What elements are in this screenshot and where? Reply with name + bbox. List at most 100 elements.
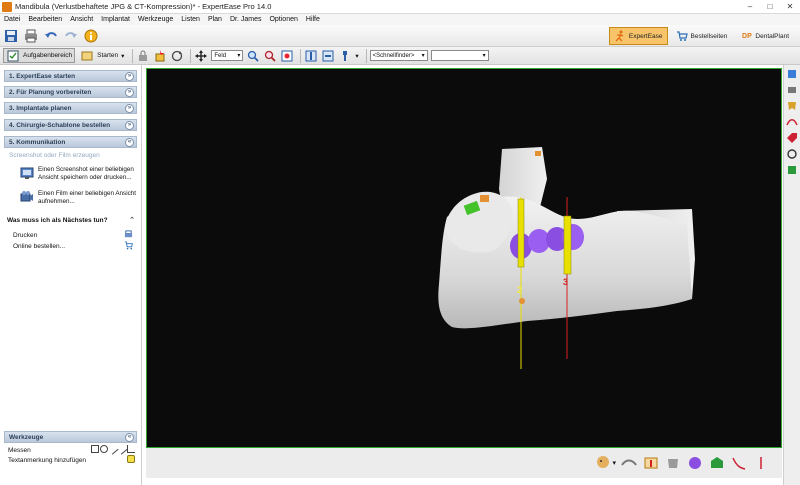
schnellfinder-value: <Schnellfinder>: [372, 52, 415, 59]
menu-datei[interactable]: Datei: [4, 16, 20, 23]
refresh-button[interactable]: [786, 148, 798, 160]
toolbar-separator: [365, 48, 367, 63]
menu-bearbeiten[interactable]: Bearbeiten: [28, 16, 62, 23]
speech-bubble-icon[interactable]: [127, 455, 135, 463]
expand-chevron-icon[interactable]: »: [125, 72, 134, 81]
expand-chevron-icon[interactable]: »: [125, 88, 134, 97]
next-steps-header[interactable]: Was muss ich als Nächstes tun? ⌃: [7, 215, 137, 226]
tooth-button[interactable]: [786, 100, 798, 112]
curve-tool-button[interactable]: [730, 454, 748, 472]
face-view-button[interactable]: [594, 454, 612, 472]
feld-select[interactable]: Feld ▾: [211, 50, 244, 61]
schnellfinder-select[interactable]: <Schnellfinder> ▾: [369, 50, 428, 61]
collapse-chevron-icon[interactable]: «: [125, 138, 134, 147]
rectangle-measure-icon[interactable]: [91, 445, 99, 453]
panel-expertease-starten[interactable]: 1. ExpertEase starten »: [4, 70, 137, 82]
tab-bestellseiten[interactable]: Bestellseiten: [671, 27, 733, 45]
expand-chevron-icon[interactable]: »: [125, 121, 134, 130]
textanmerkung-row[interactable]: Textanmerkung hinzufügen: [4, 455, 137, 465]
panoramic-view-button[interactable]: [620, 454, 638, 472]
fit-view-button[interactable]: [280, 49, 294, 63]
panel-kommunikation[interactable]: 5. Kommunikation «: [4, 136, 137, 148]
star-marker-icon: [155, 49, 165, 61]
panel-implantate-planen[interactable]: 3. Implantate planen »: [4, 102, 137, 114]
implant-tool-button[interactable]: [338, 49, 352, 63]
crown-view-button[interactable]: [686, 454, 704, 472]
collapse-chevron-icon[interactable]: ⌃: [129, 216, 135, 224]
screenshot-task[interactable]: Einen Screenshot einer beliebigen Ansich…: [20, 166, 136, 181]
tab-dentalplant[interactable]: DP DentalPlant: [735, 27, 794, 45]
secondary-toolbar: Aufgabenbereich Starten ▾ Feld ▾ ▾ <Schn…: [0, 47, 800, 65]
aufgabenbereich-label: Aufgabenbereich: [23, 52, 73, 59]
rotate-button[interactable]: [170, 49, 184, 63]
implant-2-body: [517, 198, 525, 268]
chevron-down-icon[interactable]: ▾: [612, 459, 616, 467]
save-button[interactable]: [3, 28, 19, 44]
menu-listen[interactable]: Listen: [181, 16, 200, 23]
menu-optionen[interactable]: Optionen: [269, 16, 297, 23]
template-icon: [788, 166, 796, 174]
undo-button[interactable]: [43, 28, 59, 44]
nerve-button[interactable]: [786, 116, 798, 128]
chevron-down-icon: ▾: [421, 53, 425, 59]
menu-dr-james[interactable]: Dr. James: [230, 16, 262, 23]
menu-implantat[interactable]: Implantat: [101, 16, 130, 23]
info-icon: [84, 29, 98, 42]
tab-expertease[interactable]: ExpertEase: [608, 27, 668, 45]
print-button[interactable]: [23, 28, 39, 44]
layers-button[interactable]: [786, 84, 798, 96]
guide-view-button[interactable]: [708, 454, 726, 472]
line-tool-button[interactable]: [752, 454, 770, 472]
chevron-down-icon: ▾: [121, 52, 125, 60]
expand-chevron-icon[interactable]: »: [125, 104, 134, 113]
implant-placement-button[interactable]: [642, 454, 660, 472]
tab-bestellseiten-label: Bestellseiten: [690, 32, 728, 40]
menu-plan[interactable]: Plan: [208, 16, 222, 23]
panel-title: 3. Implantate planen: [9, 104, 72, 112]
panel-schablone-bestellen[interactable]: 4. Chirurgie-Schablone bestellen »: [4, 119, 137, 131]
collapse-chevron-icon[interactable]: «: [125, 433, 134, 442]
template-button[interactable]: [786, 164, 798, 176]
lock-view-button[interactable]: [136, 49, 150, 63]
new-marker-button[interactable]: [153, 49, 167, 63]
bone-icon: [668, 459, 678, 468]
starten-button[interactable]: Starten ▾: [78, 48, 126, 63]
close-button[interactable]: ✕: [780, 0, 800, 14]
view-3d-button[interactable]: [786, 68, 798, 80]
tag-button[interactable]: [786, 132, 798, 144]
messen-label: Messen: [8, 446, 31, 454]
menu-ansicht[interactable]: Ansicht: [70, 16, 93, 23]
zoom-reset-button[interactable]: [263, 49, 277, 63]
implant-apex-marker: [519, 298, 525, 304]
secondary-select[interactable]: ▾: [430, 50, 489, 61]
orange-marker: [480, 195, 489, 202]
distance-measure-icon[interactable]: [116, 443, 128, 455]
task-sidebar: 1. ExpertEase starten » 2. Für Planung v…: [0, 65, 142, 485]
bone-view-button[interactable]: [664, 454, 682, 472]
implant-view-1-button[interactable]: [304, 49, 318, 63]
3d-viewport[interactable]: 2 3: [146, 68, 782, 448]
menu-werkzeuge[interactable]: Werkzeuge: [138, 16, 173, 23]
info-button[interactable]: [83, 28, 99, 44]
werkzeuge-header[interactable]: Werkzeuge «: [4, 431, 137, 443]
implant-view-2-button[interactable]: [321, 49, 335, 63]
menu-hilfe[interactable]: Hilfe: [306, 16, 320, 23]
panel-planung-vorbereiten[interactable]: 2. Für Planung vorbereiten »: [4, 86, 137, 98]
online-bestellen-link[interactable]: Online bestellen...: [13, 241, 135, 251]
implant-view-icon: [322, 50, 334, 61]
tag-icon: [787, 133, 797, 143]
drucken-link[interactable]: Drucken: [13, 230, 135, 240]
redo-button[interactable]: [63, 28, 79, 44]
zoom-button[interactable]: [246, 49, 260, 63]
film-task[interactable]: Einen Film einer beliebigen Ansicht aufn…: [20, 190, 136, 205]
maximize-button[interactable]: □: [760, 0, 780, 14]
move-arrows-icon: [195, 49, 208, 62]
minimize-button[interactable]: –: [740, 0, 760, 14]
aufgabenbereich-button[interactable]: Aufgabenbereich: [3, 48, 76, 63]
magnifier-icon: [248, 50, 260, 62]
pan-button[interactable]: [194, 49, 208, 63]
lock-icon: [139, 50, 148, 61]
zoom-reset-icon: [265, 50, 277, 62]
chevron-down-icon[interactable]: ▾: [355, 52, 358, 60]
angle-measure-icon[interactable]: [127, 445, 135, 453]
